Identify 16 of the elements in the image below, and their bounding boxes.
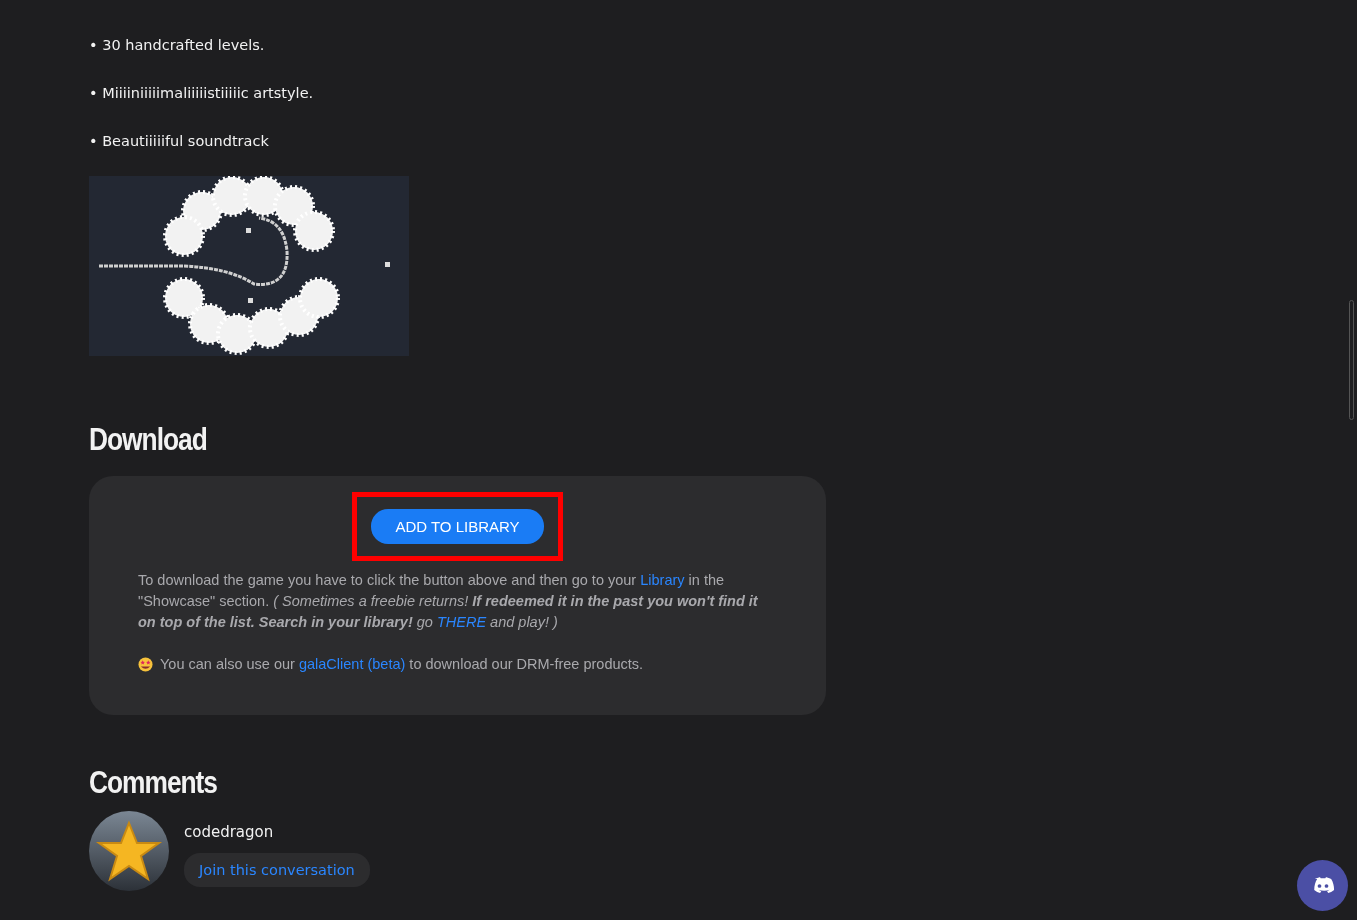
feature-text: • 30 handcrafted levels. <box>89 36 266 55</box>
instruction-text: You can also use our galaClient (beta) to download our DRM-free products. <box>160 655 644 674</box>
instruction-text: To download the game you have to click the button above and then go to your Library in the "Showcase" section. ( Sometimes a freebie returns! If redeemed it in the past you won't find it on top of the list. Search in your library! go THERE and play! ) <box>138 571 759 632</box>
star-eyes-emoji-icon <box>138 657 153 672</box>
add-to-library-button[interactable]: ADD TO LIBRARY <box>371 509 544 544</box>
feature-text: • Beautiiiiiful soundtrack <box>89 132 270 151</box>
join-conversation-button[interactable]: Join this conversation <box>184 853 370 887</box>
link[interactable]: galaClient (beta) <box>298 656 406 672</box>
section-heading: Comments <box>89 765 217 801</box>
link[interactable]: THERE <box>436 614 487 630</box>
scrollbar-thumb[interactable] <box>1349 300 1354 420</box>
chat-button[interactable] <box>1297 860 1348 911</box>
section-heading: Download <box>89 422 207 458</box>
link[interactable]: Library <box>640 572 685 588</box>
feature-text: • Miiiiniiiiimaliiiiistiiiiic artstyle. <box>89 84 315 103</box>
username: codedragon <box>184 823 274 841</box>
